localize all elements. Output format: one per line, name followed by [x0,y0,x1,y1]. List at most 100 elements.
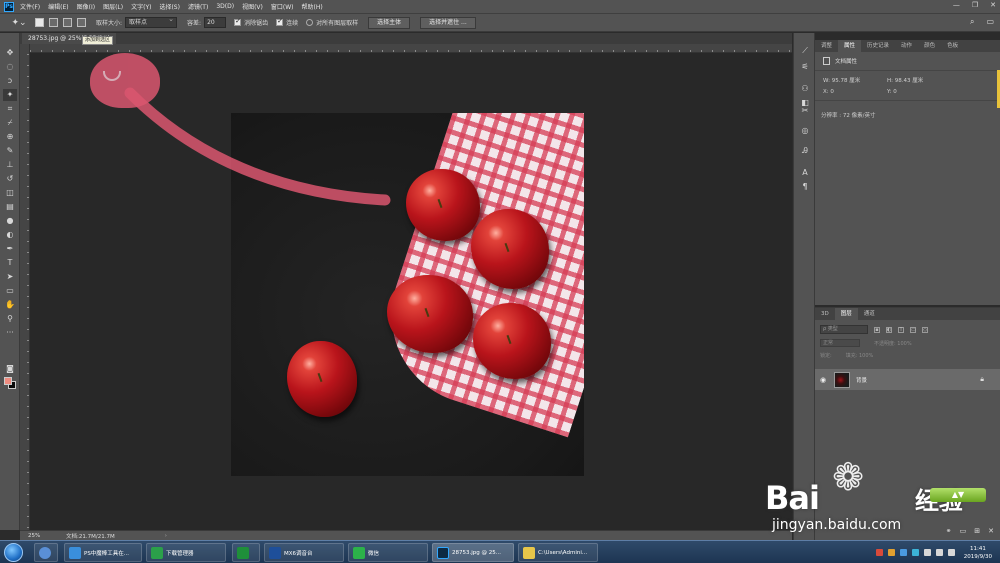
lock-icon[interactable]: 🔒︎ [980,375,984,384]
eraser-tool-icon[interactable]: ◫ [3,187,17,199]
pen-tool-icon[interactable]: ✒ [3,243,17,255]
menu-select[interactable]: 选择(S) [159,2,180,11]
intersect-selection-icon[interactable] [77,18,86,27]
tab-adjustments[interactable]: 调整 [815,40,838,52]
canvas-area[interactable] [30,53,792,530]
layer-kind-filter[interactable]: ρ 类型 [820,325,868,334]
select-subject-button[interactable]: 选择主体 [368,16,411,29]
tolerance-input[interactable]: 20 [204,17,227,28]
tab-swatches[interactable]: 色板 [941,40,964,52]
zoom-level[interactable]: 25% [28,533,58,539]
anti-alias-checkbox[interactable]: 消除锯齿 [234,17,268,27]
subtract-selection-icon[interactable] [63,18,72,27]
workspace-icon[interactable]: ▭ [986,17,994,27]
network-icon[interactable] [923,549,931,556]
paragraph-icon[interactable]: ¶ [799,181,811,192]
adjustments-icon[interactable]: ⟋ [799,45,811,56]
eyedropper-tool-icon[interactable]: ⌿ [3,117,17,129]
tab-actions[interactable]: 动作 [895,40,918,52]
height-value[interactable]: 98.43 厘米 [895,78,924,84]
x-value[interactable]: 0 [830,89,834,95]
more-tools-icon[interactable]: ··· [3,327,17,339]
pixel-filter-icon[interactable]: ▪ [874,326,880,333]
ime-icon[interactable] [947,549,955,556]
volume-icon[interactable] [935,549,943,556]
menu-3d[interactable]: 3D(D) [216,3,234,10]
sliders-icon[interactable]: ⚟ [799,61,811,72]
menu-file[interactable]: 文件(F) [20,2,40,11]
dodge-tool-icon[interactable]: ◐ [3,229,17,241]
select-and-mask-button[interactable]: 选择并遮住 ... [420,16,476,29]
healing-brush-tool-icon[interactable]: ⊕ [3,131,17,143]
fill-value[interactable]: 100% [859,353,873,359]
clone-stamp-tool-icon[interactable]: ⊥ [3,159,17,171]
shape-filter-icon[interactable]: ▭ [910,326,916,333]
tray-app-icon[interactable] [887,549,895,556]
y-value[interactable]: 0 [893,89,897,95]
contiguous-checkbox[interactable]: 连续 [276,17,298,27]
swirl-icon[interactable]: ◎ [799,125,811,136]
people-icon[interactable]: ⚇ [799,83,811,94]
layer-row-background[interactable]: ◉ 背景 🔒︎ [815,369,1000,390]
menu-type[interactable]: 文字(Y) [131,2,151,11]
lasso-tool-icon[interactable]: ↄ [3,75,17,87]
adjustment-filter-icon[interactable]: ◐ [886,326,892,333]
tab-layers[interactable]: 图层 [834,308,858,320]
visibility-eye-icon[interactable]: ◉ [820,376,830,384]
sample-all-layers-checkbox[interactable]: 对所有图层取样 [306,18,358,27]
blend-mode-select[interactable]: 正常 [820,339,860,347]
menu-filter[interactable]: 滤镜(T) [188,2,208,11]
quick-mask-icon[interactable]: ◙ [3,363,17,375]
tab-properties[interactable]: 属性 [838,40,862,52]
magic-wand-icon[interactable]: ✦⌄ [8,16,30,30]
smart-object-filter-icon[interactable]: ◇ [922,326,928,333]
scissors-icon[interactable]: ✂ [799,105,811,116]
taskbar-task-mixer[interactable]: MX6调音台 [264,543,344,562]
opacity-value[interactable]: 100% [897,341,911,347]
restore-button[interactable]: ❐ [972,1,978,9]
path-selection-tool-icon[interactable]: ➤ [3,271,17,283]
type-tool-icon[interactable]: T [3,257,17,269]
menu-view[interactable]: 视图(V) [242,2,263,11]
tab-3d[interactable]: 3D [815,308,835,320]
rectangle-tool-icon[interactable]: ▭ [3,285,17,297]
menu-layer[interactable]: 图层(L) [103,2,123,11]
tray-app-icon[interactable] [899,549,907,556]
menu-help[interactable]: 帮助(H) [302,2,323,11]
foreground-color-swatch[interactable] [4,377,12,385]
taskbar-task-download[interactable]: 下载管理器 [146,543,226,562]
history-brush-tool-icon[interactable]: ↺ [3,173,17,185]
tray-app-icon[interactable] [911,549,919,556]
tab-channels[interactable]: 通道 [858,308,881,320]
close-button[interactable]: ✕ [990,1,996,9]
blur-tool-icon[interactable]: ● [3,215,17,227]
menu-image[interactable]: 图像(I) [77,2,95,11]
glyph-icon[interactable]: Ꭿ [799,145,811,156]
menu-window[interactable]: 窗口(W) [271,2,294,11]
minimize-button[interactable]: — [953,1,960,9]
hand-tool-icon[interactable]: ✋ [3,299,17,311]
taskbar-pinned-app[interactable] [34,543,58,562]
taskbar-task-explorer[interactable]: C:\Users\Admini... [518,543,598,562]
taskbar-task-browser[interactable]: PS中魔棒工具在... [64,543,142,562]
delete-layer-icon[interactable]: ✕ [988,527,994,537]
clock[interactable]: 11:41 2019/9/30 [964,545,992,561]
taskbar-task-green-app[interactable] [232,543,260,562]
width-value[interactable]: 95.78 厘米 [832,78,861,84]
character-icon[interactable]: A [799,167,811,178]
type-filter-icon[interactable]: T [898,326,904,333]
move-tool-icon[interactable]: ✥ [3,47,17,59]
zoom-tool-icon[interactable]: ⚲ [3,313,17,325]
tab-color[interactable]: 颜色 [918,40,941,52]
status-menu-arrow-icon[interactable]: › [165,533,167,539]
tab-history[interactable]: 历史记录 [861,40,895,52]
start-button[interactable] [4,543,23,562]
crop-tool-icon[interactable]: ⌗ [3,103,17,115]
tray-app-icon[interactable] [875,549,883,556]
magic-wand-tool-icon[interactable]: ✦ [3,89,17,101]
taskbar-task-photoshop[interactable]: 28753.jpg @ 25... [432,543,514,562]
add-selection-icon[interactable] [49,18,58,27]
menu-edit[interactable]: 编辑(E) [48,2,68,11]
marquee-tool-icon[interactable]: ◌ [3,61,17,73]
search-icon[interactable]: ⌕ [970,17,974,27]
